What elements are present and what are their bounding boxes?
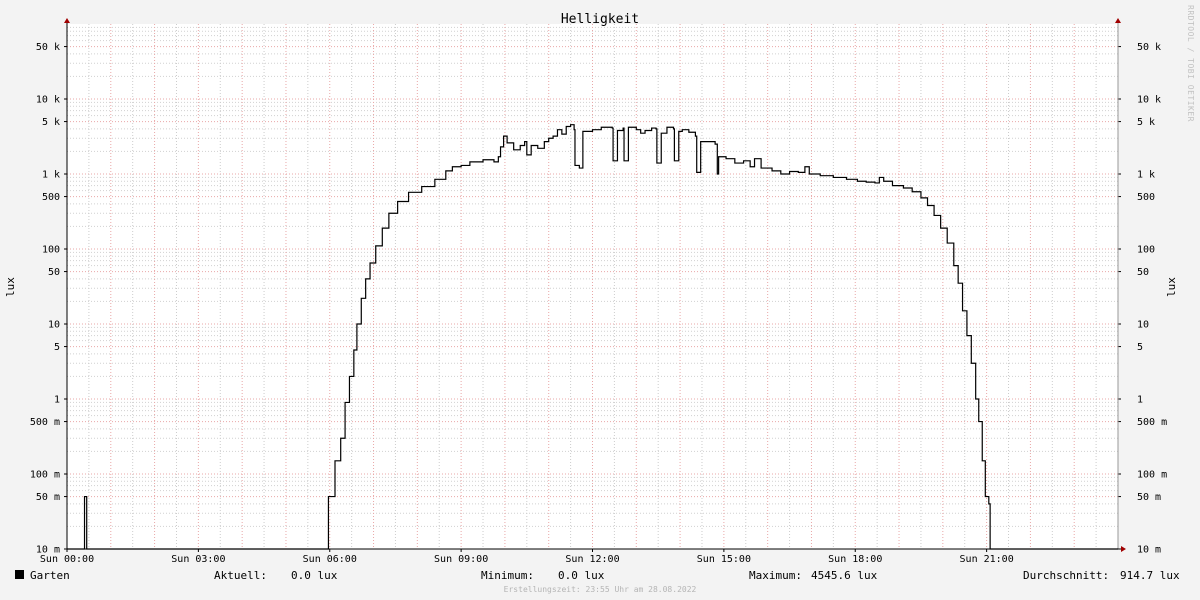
y-axis-label-right: lux bbox=[1165, 277, 1178, 297]
footer-timestamp: Erstellungszeit: 23:55 Uhr am 28.08.2022 bbox=[504, 585, 697, 594]
y-tick-label-right: 10 k bbox=[1137, 95, 1161, 106]
y-tick-label-right: 50 m bbox=[1137, 492, 1161, 503]
x-tick-label: Sun 12:00 bbox=[565, 554, 619, 565]
x-tick-label: Sun 00:00 bbox=[40, 554, 94, 565]
y-tick-label-left: 100 m bbox=[30, 470, 60, 481]
y-tick-label-left: 100 bbox=[42, 245, 60, 256]
x-tick-label: Sun 15:00 bbox=[697, 554, 751, 565]
y-tick-label-right: 50 bbox=[1137, 267, 1149, 278]
legend-minimum-value: 0.0 lux bbox=[558, 569, 605, 582]
x-tick-label: Sun 06:00 bbox=[303, 554, 357, 565]
y-tick-label-right: 5 k bbox=[1137, 117, 1155, 128]
legend-maximum-value: 4545.6 lux bbox=[811, 569, 878, 582]
chart-panel: 10 m 10 m 50 m 50 m 100 m 100 m 500 m 500 m1155… bbox=[0, 0, 1200, 600]
y-tick-label-left: 500 m bbox=[30, 417, 60, 428]
legend-swatch bbox=[15, 570, 24, 579]
y-axis-label-left: lux bbox=[4, 277, 17, 297]
y-tick-label-left: 10 k bbox=[36, 95, 60, 106]
x-tick-label: Sun 03:00 bbox=[171, 554, 225, 565]
legend-current-value: 0.0 lux bbox=[291, 569, 338, 582]
y-tick-label-left: 5 bbox=[54, 342, 60, 353]
y-tick-label-right: 500 m bbox=[1137, 417, 1167, 428]
y-tick-label-left: 10 bbox=[48, 320, 60, 331]
y-tick-label-right: 10 bbox=[1137, 320, 1149, 331]
legend-average-value: 914.7 lux bbox=[1120, 569, 1180, 582]
y-tick-label-left: 50 bbox=[48, 267, 60, 278]
y-tick-label-right: 500 bbox=[1137, 192, 1155, 203]
y-tick-label-left: 1 k bbox=[42, 170, 60, 181]
y-tick-label-right: 1 bbox=[1137, 395, 1143, 406]
legend-current-label: Aktuell: bbox=[214, 569, 267, 582]
x-tick-label: Sun 18:00 bbox=[828, 554, 882, 565]
y-tick-label-left: 5 k bbox=[42, 117, 60, 128]
y-tick-label-right: 5 bbox=[1137, 342, 1143, 353]
y-tick-label-left: 50 m bbox=[36, 492, 60, 503]
x-tick-label: Sun 09:00 bbox=[434, 554, 488, 565]
x-tick-label: Sun 21:00 bbox=[960, 554, 1014, 565]
legend-minimum-label: Minimum: bbox=[481, 569, 534, 582]
y-tick-label-left: 50 k bbox=[36, 42, 60, 53]
legend-maximum-label: Maximum: bbox=[749, 569, 802, 582]
y-tick-label-left: 1 bbox=[54, 395, 60, 406]
legend-series-name: Garten bbox=[30, 569, 70, 582]
brightness-chart: 10 m 10 m50 m 50 m100 m 100 m500 m 500 m1 15 5… bbox=[0, 0, 1200, 600]
legend-average-label: Durchschnitt: bbox=[1023, 569, 1109, 582]
y-tick-label-right: 10 m bbox=[1137, 545, 1161, 556]
y-tick-label-left: 500 bbox=[42, 192, 60, 203]
watermark: RRDTOOL / TOBI OETIKER bbox=[1186, 5, 1195, 122]
y-tick-label-right: 1 k bbox=[1137, 170, 1155, 181]
y-tick-label-right: 50 k bbox=[1137, 42, 1161, 53]
chart-title: Helligkeit bbox=[561, 12, 639, 27]
y-tick-label-right: 100 m bbox=[1137, 470, 1167, 481]
y-tick-label-right: 100 bbox=[1137, 245, 1155, 256]
